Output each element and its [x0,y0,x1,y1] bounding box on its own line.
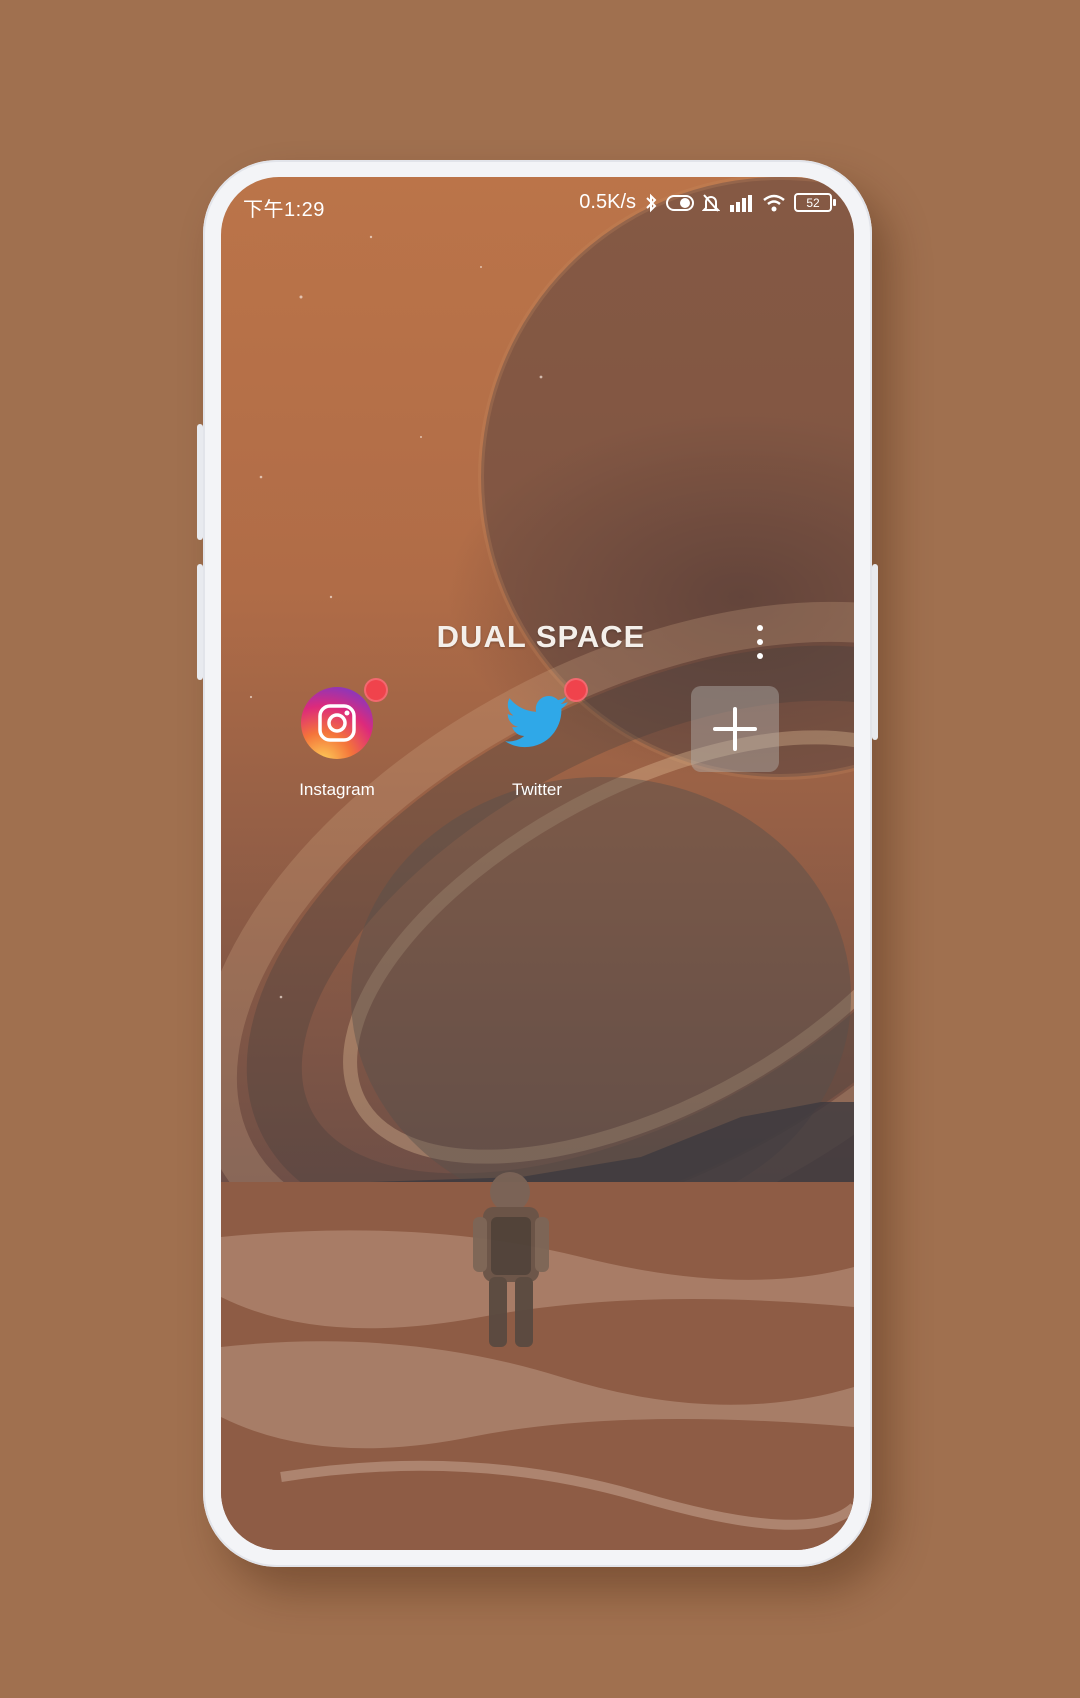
status-bar: 下午1:29 0.5K/s 52 [221,177,854,237]
add-app-button[interactable] [691,686,779,772]
wifi-icon [763,194,785,211]
app-label: Twitter [511,780,563,799]
battery-icon: 52 [794,193,836,212]
alarm-off-icon [702,193,720,212]
bluetooth-icon [646,193,657,212]
dual-space-logo: DUAL SPACE [436,619,646,654]
status-time: 下午1:29 [243,199,325,221]
signal-icon [730,194,752,212]
app-label: Instagram [299,780,375,799]
plus-icon [713,707,757,751]
twitter-icon [505,696,568,748]
instagram-icon [301,687,373,759]
menu-dot [757,653,763,659]
space-wallpaper [221,177,854,1550]
menu-dot [757,625,763,631]
toggle-icon [666,194,694,211]
more-vert-icon[interactable] [745,622,775,662]
screen: 下午1:29 0.5K/s 52 DUAL SPACE Instagram Tw… [221,177,854,1550]
app-instagram[interactable]: Instagram [267,676,407,806]
menu-dot [757,639,763,645]
network-speed: 0.5K/s [579,191,636,213]
hot-badge-icon [564,678,588,702]
volume-down-button [197,564,203,680]
power-button [872,564,878,740]
volume-up-button [197,424,203,540]
app-twitter[interactable]: Twitter [467,676,607,806]
hot-badge-icon [364,678,388,702]
status-icons: 0.5K/s 52 [579,191,836,214]
phone-frame: 下午1:29 0.5K/s 52 DUAL SPACE Instagram Tw… [197,160,878,1567]
